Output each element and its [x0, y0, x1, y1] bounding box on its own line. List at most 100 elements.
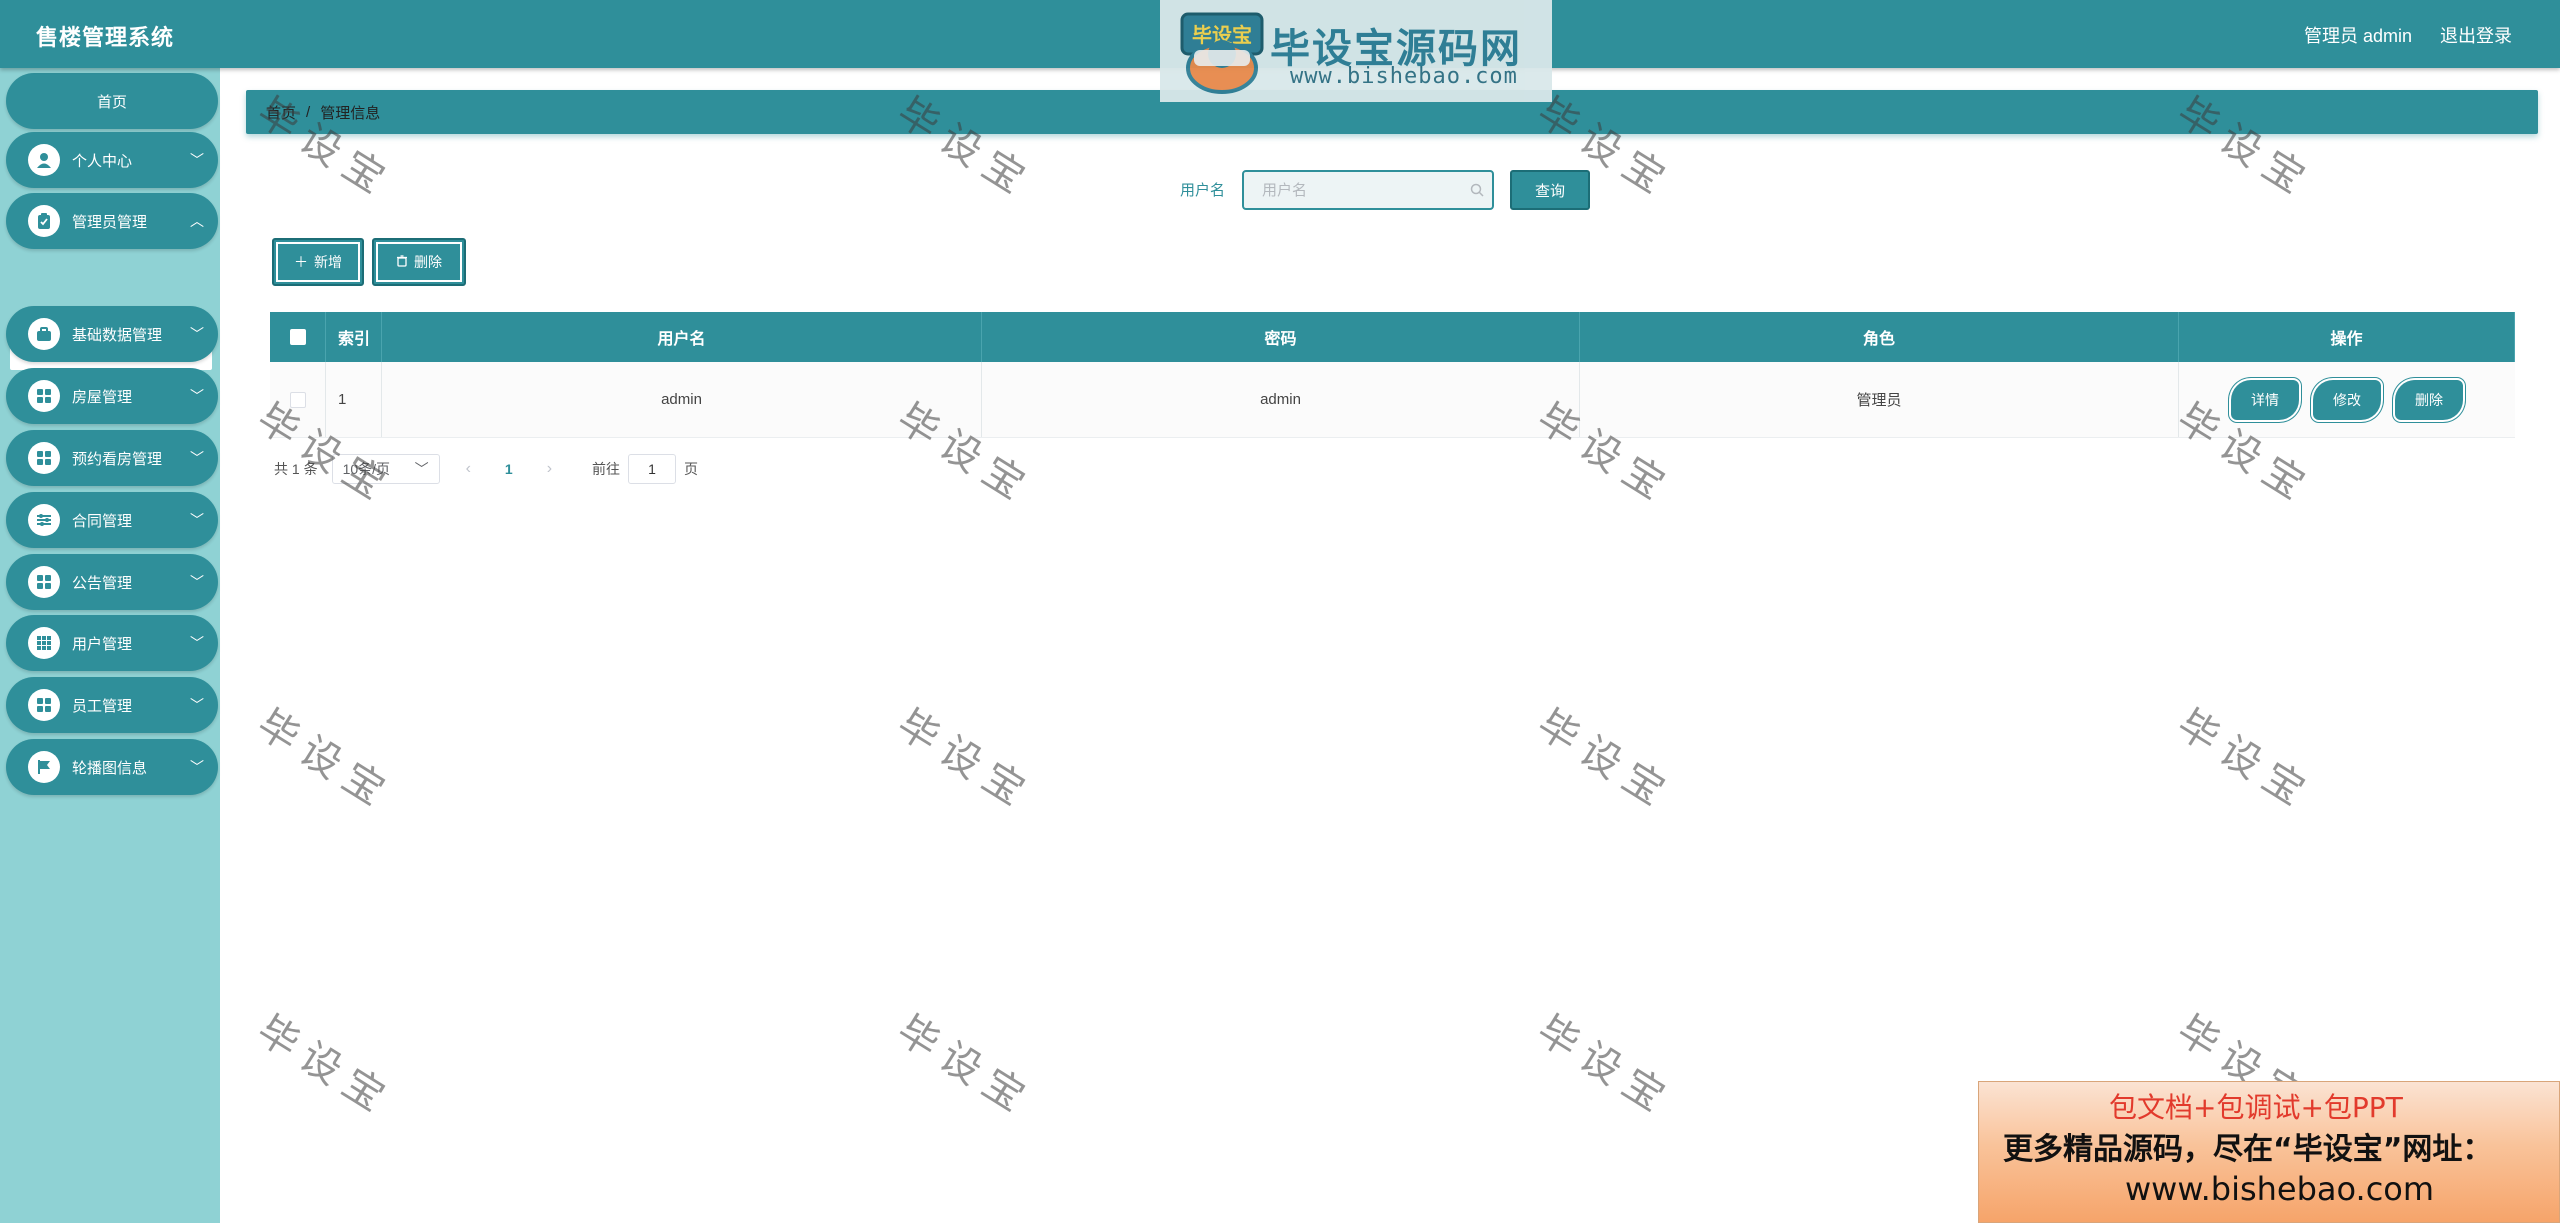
header-username: 用户名: [382, 312, 982, 362]
app-title: 售楼管理系统: [36, 25, 175, 50]
watermark-text: 毕设宝: [249, 1007, 401, 1126]
current-user-label[interactable]: 管理员 admin: [2304, 22, 2412, 48]
query-button[interactable]: 查询: [1510, 170, 1590, 210]
sidebar-item-home[interactable]: 首页: [6, 73, 218, 129]
logo-url-text: www.bishebao.com: [1290, 64, 1518, 89]
search-username-input[interactable]: [1244, 172, 1492, 208]
site-logo-banner: 毕设宝 毕设宝源码网 www.bishebao.com: [1160, 0, 1552, 102]
search-icon: [1470, 183, 1484, 202]
logo-badge-icon: 毕设宝: [1180, 12, 1264, 94]
pagination-total: 共 1 条: [274, 461, 318, 477]
row-checkbox[interactable]: [289, 391, 306, 408]
header-role: 角色: [1580, 312, 2179, 362]
batch-delete-button[interactable]: 删除: [372, 238, 466, 286]
watermark-text: 毕设宝: [1529, 1007, 1681, 1126]
sidebar-item-label: 用户管理: [72, 635, 133, 653]
grid-icon: [28, 442, 60, 474]
chevron-down-icon: ﹀: [190, 326, 204, 342]
sidebar-item-label: 员工管理: [72, 697, 133, 715]
grid-icon: [28, 566, 60, 598]
admin-table: 索引 用户名 密码 角色 操作 1 admin admin 管理员 详情 修改 …: [270, 312, 2515, 438]
watermark-text: 毕设宝: [889, 701, 1041, 820]
sidebar: 首页 个人中心 ﹀ 管理员管理 ︿ 管理员管理 基础数据管理 ﹀ 房屋管理 ﹀ …: [0, 68, 220, 1223]
header-select-all-cell: [270, 312, 326, 362]
clipboard-icon: [28, 205, 60, 237]
header-index: 索引: [326, 312, 382, 362]
table-header: 索引 用户名 密码 角色 操作: [270, 312, 2515, 362]
goto-label: 前往: [592, 461, 621, 477]
select-all-checkbox[interactable]: [289, 329, 306, 345]
chevron-down-icon: ﹀: [414, 461, 429, 477]
watermark-text: 毕设宝: [889, 1007, 1041, 1126]
sidebar-item-label: 首页: [96, 93, 127, 111]
flag-icon: [28, 751, 60, 783]
cell-role: 管理员: [1580, 362, 2179, 437]
chevron-down-icon: ﹀: [190, 574, 204, 590]
ad-line-3: www.bishebao.com: [2125, 1170, 2435, 1208]
row-select-cell: [270, 362, 326, 437]
sidebar-item-label: 轮播图信息: [72, 759, 148, 777]
header-user-area: 管理员 admin 退出登录: [2304, 22, 2512, 48]
search-username-label: 用户名: [1180, 182, 1226, 199]
sidebar-item-label: 合同管理: [72, 512, 133, 530]
ad-line-2: 更多精品源码，尽在“毕设宝”网址：: [2003, 1132, 2493, 1167]
sidebar-item-personal-center[interactable]: 个人中心 ﹀: [6, 132, 218, 188]
sidebar-item-carousel-info[interactable]: 轮播图信息 ﹀: [6, 739, 218, 795]
sidebar-item-staff-management[interactable]: 员工管理 ﹀: [6, 677, 218, 733]
dots-grid-icon: [28, 627, 60, 659]
chevron-down-icon: ﹀: [190, 450, 204, 466]
chevron-down-icon: ﹀: [190, 152, 204, 168]
chevron-up-icon: ︿: [190, 213, 204, 229]
sidebar-item-label: 房屋管理: [72, 388, 133, 406]
ad-line-1: 包文档+包调试+包PPT: [2109, 1091, 2403, 1124]
sidebar-item-announcement-management[interactable]: 公告管理 ﹀: [6, 554, 218, 610]
goto-page-input[interactable]: [628, 454, 677, 484]
sidebar-item-label: 个人中心: [72, 152, 133, 170]
delete-button-label: 删除: [414, 254, 442, 270]
cell-index: 1: [326, 362, 382, 437]
chevron-down-icon: ﹀: [190, 512, 204, 528]
row-delete-button[interactable]: 删除: [2395, 379, 2463, 420]
breadcrumb-separator: /: [306, 103, 311, 121]
sidebar-item-viewing-appointments[interactable]: 预约看房管理 ﹀: [6, 430, 218, 486]
watermark-text: 毕设宝: [249, 701, 401, 820]
grid-icon: [28, 689, 60, 721]
promo-ad-box[interactable]: 包文档+包调试+包PPT 更多精品源码，尽在“毕设宝”网址： www.bishe…: [1978, 1081, 2560, 1223]
page-number-current[interactable]: 1: [505, 461, 513, 477]
watermark-text: 毕设宝: [1529, 701, 1681, 820]
header-password: 密码: [982, 312, 1580, 362]
header-operation: 操作: [2179, 312, 2515, 362]
breadcrumb-current: 管理信息: [320, 104, 381, 122]
sliders-icon: [28, 504, 60, 536]
add-button[interactable]: ＋ 新增: [272, 238, 364, 286]
table-row: 1 admin admin 管理员 详情 修改 删除: [270, 362, 2515, 438]
page-size-select[interactable]: 10条/页 ﹀: [331, 454, 440, 484]
add-button-label: 新增: [314, 254, 342, 270]
chevron-down-icon: ﹀: [190, 759, 204, 775]
logout-link[interactable]: 退出登录: [2440, 22, 2512, 48]
chevron-down-icon: ﹀: [190, 388, 204, 404]
page-size-value: 10条/页: [342, 461, 391, 477]
next-page-icon[interactable]: ›: [547, 460, 552, 478]
sidebar-item-base-data[interactable]: 基础数据管理 ﹀: [6, 306, 218, 362]
prev-page-icon[interactable]: ‹: [466, 460, 471, 478]
breadcrumb-home-link[interactable]: 首页: [266, 102, 296, 123]
sidebar-item-label: 基础数据管理: [72, 326, 163, 344]
detail-button[interactable]: 详情: [2231, 379, 2299, 420]
watermark-text: 毕设宝: [2169, 701, 2321, 820]
sidebar-item-label: 公告管理: [72, 574, 133, 592]
cell-operations: 详情 修改 删除: [2179, 362, 2515, 437]
sidebar-item-house-management[interactable]: 房屋管理 ﹀: [6, 368, 218, 424]
goto-page-unit: 页: [684, 461, 699, 477]
grid-icon: [28, 380, 60, 412]
chevron-down-icon: ﹀: [190, 635, 204, 651]
sidebar-item-admin-management[interactable]: 管理员管理 ︿: [6, 193, 218, 249]
plus-icon: ＋: [294, 254, 308, 270]
sidebar-item-user-management[interactable]: 用户管理 ﹀: [6, 615, 218, 671]
edit-button[interactable]: 修改: [2313, 379, 2381, 420]
trash-icon: [396, 254, 408, 270]
sidebar-item-contract-management[interactable]: 合同管理 ﹀: [6, 492, 218, 548]
cell-password: admin: [982, 362, 1580, 437]
chevron-down-icon: ﹀: [190, 697, 204, 713]
briefcase-icon: [28, 318, 60, 350]
